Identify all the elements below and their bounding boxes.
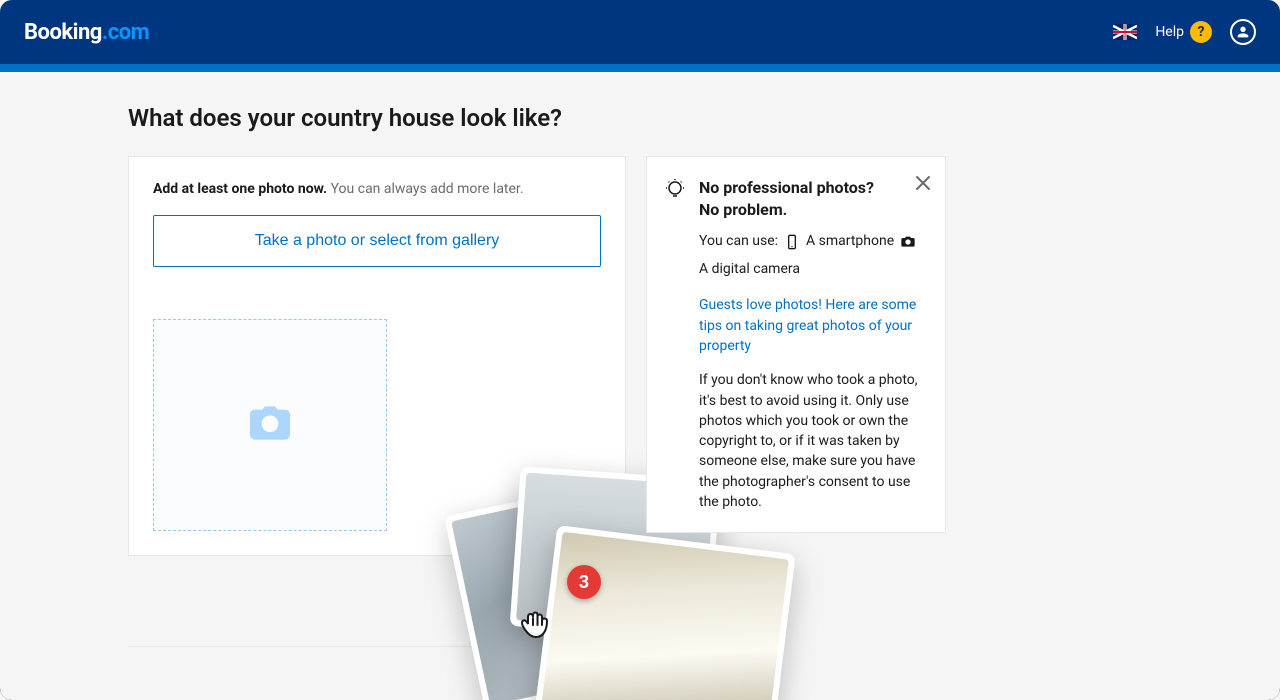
app-header: Booking.com Help ? — [0, 0, 1280, 64]
copyright-note: If you don't know who took a photo, it's… — [699, 370, 929, 512]
smartphone-icon — [784, 234, 800, 250]
you-can-use-label: You can use: — [699, 230, 778, 254]
page-title: What does your country house look like? — [128, 104, 1152, 132]
grab-cursor-icon — [515, 605, 551, 641]
photo-tips-link[interactable]: Guests love photos! Here are some tips o… — [699, 295, 929, 356]
photo-dropzone[interactable] — [153, 319, 387, 531]
photo-count-badge: 3 — [567, 565, 601, 599]
left-column: Add at least one photo now. You can alwa… — [128, 156, 626, 647]
tip-body: You can use: A smartphone A digital came… — [663, 230, 929, 513]
lightbulb-icon — [663, 177, 687, 222]
help-badge-icon: ? — [1190, 21, 1212, 43]
instruction-rest: You can always add more later. — [327, 181, 523, 197]
header-right: Help ? — [1113, 19, 1256, 45]
camera-icon — [250, 406, 290, 444]
language-flag-icon[interactable] — [1113, 24, 1137, 40]
tip-card: No professional photos? No problem. You … — [646, 156, 946, 533]
upload-card: Add at least one photo now. You can alwa… — [128, 156, 626, 556]
user-icon — [1235, 24, 1251, 40]
devices-line: You can use: A smartphone A digital came… — [699, 230, 929, 282]
close-tip-button[interactable] — [915, 175, 931, 195]
help-label: Help — [1155, 24, 1184, 40]
page-content: What does your country house look like? … — [0, 72, 1280, 679]
accent-strip — [0, 64, 1280, 72]
instruction-strong: Add at least one photo now. — [153, 181, 327, 197]
stack-photo-3 — [534, 525, 795, 700]
brand-name-b: .com — [102, 20, 149, 45]
device-b-label: A digital camera — [699, 258, 800, 282]
close-icon — [915, 175, 931, 191]
brand-logo[interactable]: Booking.com — [24, 20, 149, 45]
camera-small-icon — [900, 234, 916, 250]
columns: Add at least one photo now. You can alwa… — [128, 156, 1152, 647]
bottom-divider — [128, 646, 626, 647]
device-a-label: A smartphone — [806, 230, 894, 254]
brand-name-a: Booking — [24, 20, 102, 45]
tip-header: No professional photos? No problem. — [663, 177, 929, 222]
upload-instruction: Add at least one photo now. You can alwa… — [153, 181, 601, 197]
tip-title: No professional photos? No problem. — [699, 177, 889, 222]
take-photo-button[interactable]: Take a photo or select from gallery — [153, 215, 601, 267]
profile-button[interactable] — [1230, 19, 1256, 45]
stack-photo-1 — [444, 482, 652, 700]
help-link[interactable]: Help ? — [1155, 21, 1212, 43]
